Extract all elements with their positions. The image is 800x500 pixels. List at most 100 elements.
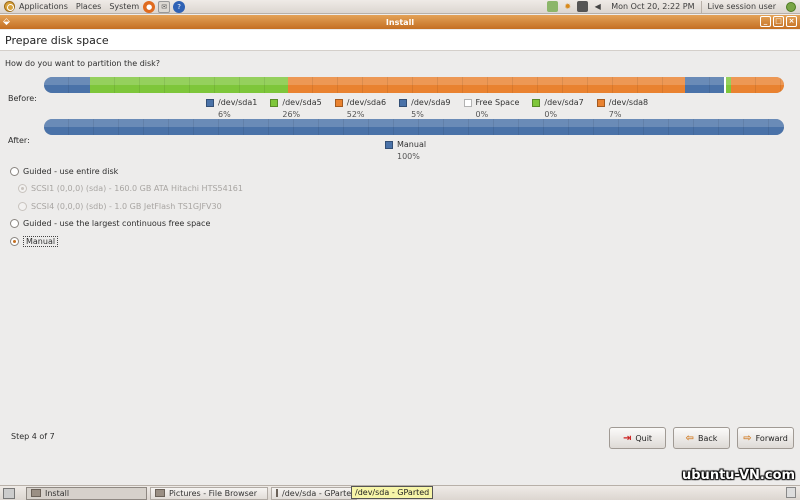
maximize-button[interactable]: □	[773, 16, 784, 27]
help-icon[interactable]: ?	[173, 0, 186, 13]
legend-swatch	[532, 98, 541, 107]
update-icon[interactable]: ✹	[562, 1, 573, 12]
before-segment-dev-sda8	[730, 77, 784, 93]
legend-swatch	[596, 98, 605, 107]
legend-swatch	[399, 98, 408, 107]
task-install[interactable]: Install	[26, 486, 147, 500]
option-label: Manual	[23, 236, 59, 247]
option-manual[interactable]: Manual	[10, 236, 59, 247]
task-gparted[interactable]: /dev/sda - GParted	[271, 486, 357, 500]
applications-menu[interactable]: Applications	[0, 0, 72, 14]
before-segment-dev-sda5	[89, 77, 289, 93]
legend-swatch	[270, 98, 279, 107]
legend-label: /dev/sda6	[346, 98, 387, 107]
places-menu[interactable]: Places	[72, 0, 105, 14]
legend-percent: 6%	[218, 110, 231, 119]
user-label[interactable]: Live session user	[702, 2, 782, 11]
system-tray: ✹ ◀ Mon Oct 20, 2:22 PM Live session use…	[545, 0, 800, 14]
applications-menu-label: Applications	[19, 2, 68, 11]
radio-guided-largest[interactable]	[10, 219, 19, 228]
before-legend: /dev/sda1 6%/dev/sda5 26%/dev/sda6 52%/dev/…	[206, 98, 661, 119]
after-segment-manual	[44, 119, 784, 135]
power-icon[interactable]	[786, 1, 796, 12]
option-guided-entire-disk[interactable]: Guided - use entire disk	[10, 167, 118, 176]
before-partition-bar	[44, 77, 784, 93]
radio-disk-sdb	[18, 202, 27, 211]
before-segment-dev-sda1	[44, 77, 90, 93]
legend-item-dev-sda9: /dev/sda9 5%	[399, 98, 451, 119]
taskbar-tooltip: /dev/sda - GParted	[351, 486, 434, 499]
page-title: Prepare disk space	[5, 34, 109, 47]
trash-icon[interactable]	[786, 487, 796, 498]
legend-swatch	[206, 98, 214, 107]
task-label: Pictures - File Browser	[169, 488, 257, 498]
show-desktop-icon[interactable]	[3, 487, 15, 499]
clock[interactable]: Mon Oct 20, 2:22 PM	[605, 2, 700, 11]
before-label: Before:	[8, 94, 37, 103]
after-partition-bar	[44, 119, 784, 135]
places-menu-label: Places	[75, 2, 102, 11]
window-title: Install	[385, 17, 415, 27]
radio-disk-sda	[18, 184, 27, 193]
install-window-icon[interactable]: ⬙	[3, 17, 13, 27]
legend-percent: 5%	[411, 110, 424, 119]
task-file-browser[interactable]: Pictures - File Browser	[150, 486, 268, 500]
close-button[interactable]: ×	[786, 16, 797, 27]
option-label: SCSI4 (0,0,0) (sdb) - 1.0 GB JetFlash TS…	[31, 202, 222, 211]
legend-label: /dev/sda7	[544, 98, 584, 107]
option-label: SCSI1 (0,0,0) (sda) - 160.0 GB ATA Hitac…	[31, 184, 243, 193]
volume-icon[interactable]: ◀	[592, 1, 603, 12]
watermark: ubuntu-VN.com	[682, 468, 796, 483]
forward-arrow-icon: ⇨	[743, 432, 752, 444]
option-guided-largest-free[interactable]: Guided - use the largest continuous free…	[10, 219, 210, 228]
back-button[interactable]: ⇦ Back	[673, 427, 730, 449]
legend-item-free-space: Free Space 0%	[463, 98, 520, 119]
legend-label: Manual	[397, 140, 427, 149]
firefox-icon[interactable]: ●	[143, 0, 156, 13]
radio-manual[interactable]	[10, 237, 19, 246]
before-segment-dev-sda9	[685, 77, 724, 93]
legend-item-manual: Manual 100%	[385, 140, 426, 161]
legend-item-dev-sda6: /dev/sda6 52%	[334, 98, 387, 119]
partition-question: How do you want to partition the disk?	[5, 59, 161, 68]
after-legend: Manual 100%	[385, 140, 439, 161]
legend-label: Free Space	[475, 98, 520, 107]
legend-label: /dev/sda8	[608, 98, 649, 107]
legend-percent: 0%	[544, 110, 558, 119]
ubuntu-logo-icon	[4, 1, 15, 12]
option-label: Guided - use the largest continuous free…	[23, 219, 211, 228]
network-icon[interactable]	[547, 1, 559, 12]
legend-item-dev-sda1: /dev/sda1 6%	[206, 98, 257, 119]
system-menu-label: System	[109, 2, 140, 11]
folder-icon	[155, 489, 165, 497]
task-label: /dev/sda - GParted	[282, 488, 357, 498]
option-label: Guided - use entire disk	[23, 167, 119, 176]
system-menu[interactable]: System	[105, 0, 143, 14]
quit-button[interactable]: ⇥ Quit	[609, 427, 666, 449]
before-segment-dev-sda6	[288, 77, 686, 93]
legend-percent: 0%	[475, 110, 489, 119]
legend-label: /dev/sda5	[282, 98, 322, 107]
legend-item-dev-sda5: /dev/sda5 26%	[270, 98, 322, 119]
legend-swatch	[385, 140, 393, 149]
legend-swatch	[463, 98, 472, 107]
radio-guided-entire[interactable]	[10, 167, 19, 176]
legend-label: /dev/sda1	[218, 98, 258, 107]
legend-percent: 7%	[608, 110, 622, 119]
back-label: Back	[697, 433, 718, 443]
minimize-button[interactable]: _	[760, 16, 771, 27]
back-arrow-icon: ⇦	[685, 432, 694, 444]
top-panel: Applications Places System ● ✉ ? ✹ ◀ Mon…	[0, 0, 800, 14]
forward-button[interactable]: ⇨ Forward	[737, 427, 794, 449]
step-indicator: Step 4 of 7	[11, 432, 55, 441]
gparted-icon	[276, 489, 278, 497]
legend-item-dev-sda7: /dev/sda7 0%	[532, 98, 584, 119]
legend-swatch	[334, 98, 343, 107]
mail-icon[interactable]: ✉	[158, 0, 171, 13]
legend-percent: 100%	[397, 152, 420, 161]
battery-icon[interactable]	[577, 1, 589, 12]
forward-label: Forward	[755, 433, 788, 443]
legend-percent: 52%	[346, 110, 365, 119]
legend-percent: 26%	[282, 110, 301, 119]
window-titlebar[interactable]: ⬙ Install _ □ ×	[0, 15, 800, 29]
